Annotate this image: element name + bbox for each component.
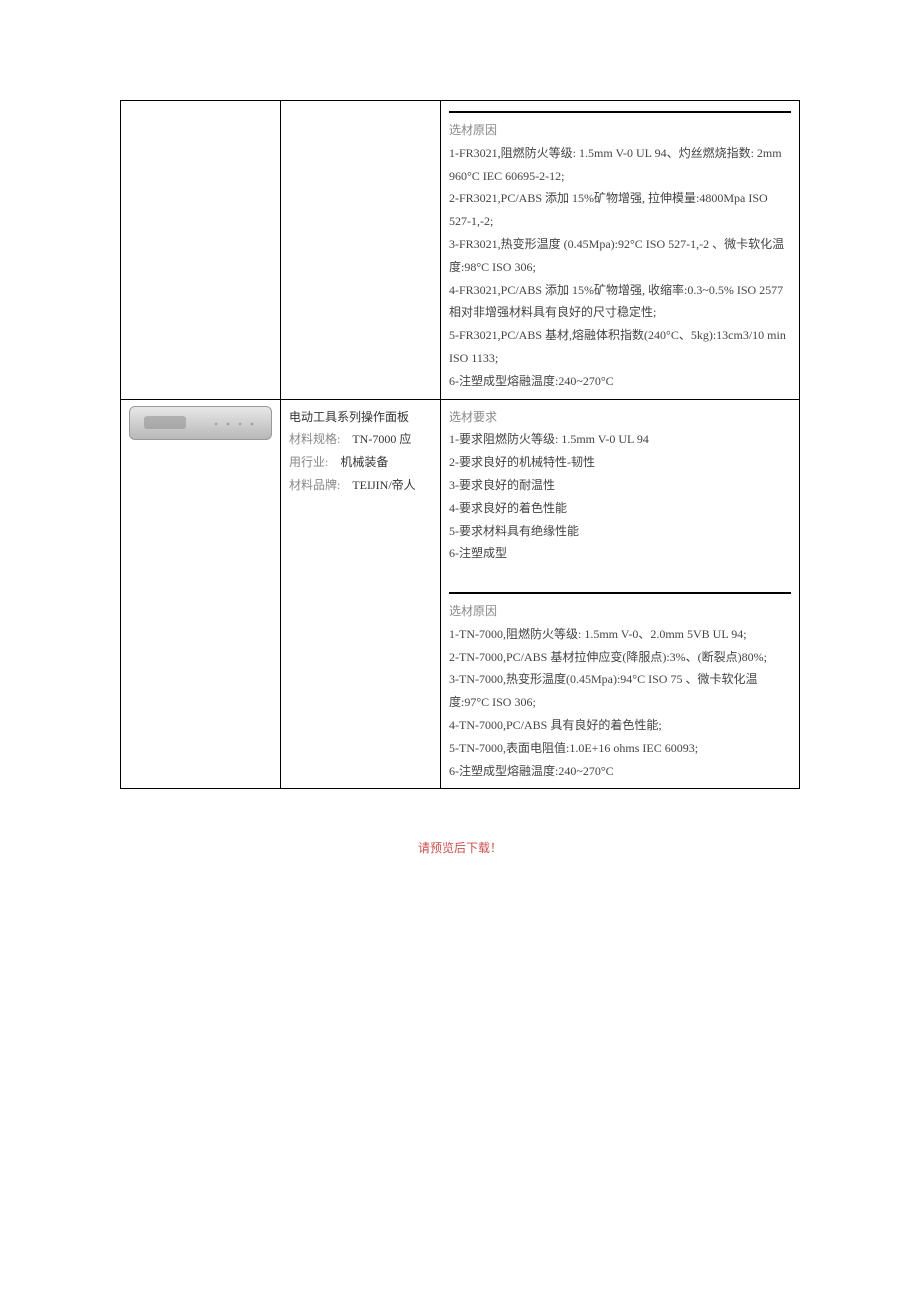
cell-image-1 xyxy=(121,101,281,400)
req-title: 选材要求 xyxy=(449,406,791,429)
reason-line: 3-FR3021,热变形温度 (0.45Mpa):92°C ISO 527-1,… xyxy=(449,233,791,279)
divider xyxy=(449,592,791,594)
material-table: 选材原因 1-FR3021,阻燃防火等级: 1.5mm V-0 UL 94、灼丝… xyxy=(120,100,800,789)
req-line: 6-注塑成型 xyxy=(449,542,791,565)
reason-line: 6-注塑成型熔融温度:240~270°C xyxy=(449,370,791,393)
divider xyxy=(449,111,791,113)
cell-right-1: 选材原因 1-FR3021,阻燃防火等级: 1.5mm V-0 UL 94、灼丝… xyxy=(441,101,800,400)
industry-value: 机械装备 xyxy=(340,455,388,469)
brand-value: TEIJIN/帝人 xyxy=(352,478,415,492)
cell-right-2: 选材要求 1-要求阻燃防火等级: 1.5mm V-0 UL 94 2-要求良好的… xyxy=(441,399,800,789)
brand-row: 材料品牌: TEIJIN/帝人 xyxy=(289,474,432,497)
brand-label: 材料品牌: xyxy=(289,478,343,492)
req-line: 1-要求阻燃防火等级: 1.5mm V-0 UL 94 xyxy=(449,428,791,451)
cell-mid-2: 电动工具系列操作面板 材料规格: TN-7000 应 用行业: 机械装备 材料品… xyxy=(281,399,441,789)
reason-line: 6-注塑成型熔融温度:240~270°C xyxy=(449,760,791,783)
table-row: 电动工具系列操作面板 材料规格: TN-7000 应 用行业: 机械装备 材料品… xyxy=(121,399,800,789)
reason-line: 4-FR3021,PC/ABS 添加 15%矿物增强, 收缩率:0.3~0.5%… xyxy=(449,279,791,325)
spec-label: 材料规格: xyxy=(289,432,343,446)
cell-image-2 xyxy=(121,399,281,789)
reason-line: 5-FR3021,PC/ABS 基材,熔融体积指数(240°C、5kg):13c… xyxy=(449,324,791,370)
footer-note: 请预览后下载！ xyxy=(120,839,800,856)
product-title: 电动工具系列操作面板 xyxy=(289,406,432,429)
product-panel-image xyxy=(129,406,272,440)
reason-line: 2-FR3021,PC/ABS 添加 15%矿物增强, 拉伸模量:4800Mpa… xyxy=(449,187,791,233)
reason-line: 1-FR3021,阻燃防火等级: 1.5mm V-0 UL 94、灼丝燃烧指数:… xyxy=(449,142,791,188)
reason-line: 4-TN-7000,PC/ABS 具有良好的着色性能; xyxy=(449,714,791,737)
reason-line: 1-TN-7000,阻燃防火等级: 1.5mm V-0、2.0mm 5VB UL… xyxy=(449,623,791,646)
cell-mid-1 xyxy=(281,101,441,400)
reason-line: 3-TN-7000,热变形温度(0.45Mpa):94°C ISO 75 、微卡… xyxy=(449,668,791,714)
reason-line: 5-TN-7000,表面电阻值:1.0E+16 ohms IEC 60093; xyxy=(449,737,791,760)
req-line: 4-要求良好的着色性能 xyxy=(449,497,791,520)
industry-label: 用行业: xyxy=(289,455,331,469)
req-line: 3-要求良好的耐温性 xyxy=(449,474,791,497)
req-line: 2-要求良好的机械特性-韧性 xyxy=(449,451,791,474)
reason-line: 2-TN-7000,PC/ABS 基材拉伸应变(降服点):3%、(断裂点)80%… xyxy=(449,646,791,669)
reason-title-1: 选材原因 xyxy=(449,119,791,142)
req-line: 5-要求材料具有绝缘性能 xyxy=(449,520,791,543)
page-container: 选材原因 1-FR3021,阻燃防火等级: 1.5mm V-0 UL 94、灼丝… xyxy=(0,0,920,896)
spec-value: TN-7000 应 xyxy=(352,432,411,446)
industry-row: 用行业: 机械装备 xyxy=(289,451,432,474)
table-row: 选材原因 1-FR3021,阻燃防火等级: 1.5mm V-0 UL 94、灼丝… xyxy=(121,101,800,400)
spec-row: 材料规格: TN-7000 应 xyxy=(289,428,432,451)
reason-title-2: 选材原因 xyxy=(449,600,791,623)
